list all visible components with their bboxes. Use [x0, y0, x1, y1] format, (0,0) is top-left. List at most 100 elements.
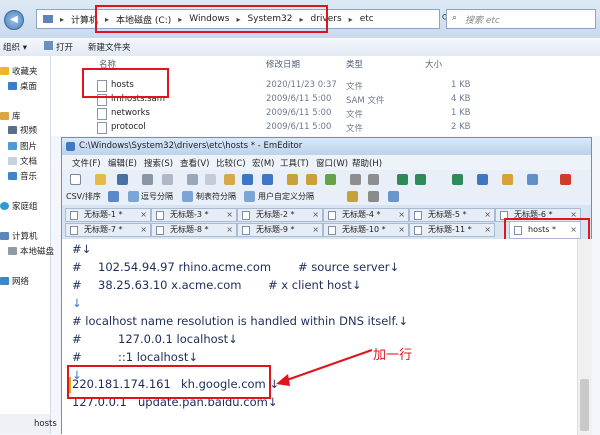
menu-edit[interactable]: 编辑(E) [108, 157, 137, 169]
tab-untitled-8[interactable]: 无标题-8 * × [151, 223, 237, 237]
menu-window[interactable]: 窗口(W) [316, 157, 348, 169]
save-icon[interactable] [117, 174, 128, 185]
vertical-scrollbar[interactable] [577, 239, 592, 435]
document-icon [156, 211, 164, 220]
tab-untitled-9[interactable]: 无标题-9 * × [237, 223, 323, 237]
crumb-etc[interactable]: etc [360, 14, 374, 24]
open-folder-icon[interactable] [95, 174, 106, 185]
editor-text-area[interactable]: #↓ # 102.54.94.97 rhino.acme.com # sourc… [62, 239, 592, 435]
close-icon[interactable]: × [140, 209, 147, 221]
title-bar: C:\Windows\System32\drivers\etc\hosts * … [62, 138, 591, 155]
cut-icon[interactable] [187, 174, 198, 185]
explorer-address-bar: ◀ ▸ 计算机 ▸ 本地磁盘 (C:) ▸ Windows ▸ System32… [0, 0, 600, 39]
nav-computer[interactable]: 计算机 [0, 229, 50, 243]
file-row[interactable]: protocol 2009/6/11 5:00 文件 2 KB [91, 122, 536, 135]
star-icon [0, 67, 9, 75]
search-input[interactable]: ⌕ 搜索 etc [446, 9, 596, 29]
nav-homegroup[interactable]: 家庭组 [0, 199, 50, 213]
menu-file[interactable]: 文件(F) [72, 157, 101, 169]
indent-icon[interactable] [368, 174, 379, 185]
insert-column-icon[interactable] [347, 191, 358, 202]
nav-videos[interactable]: 视频 [0, 123, 58, 137]
replace-icon[interactable] [325, 174, 336, 185]
close-icon[interactable]: × [226, 209, 233, 221]
menu-help[interactable]: 帮助(H) [352, 157, 382, 169]
tab-separated-button[interactable]: 制表符分隔 [196, 191, 236, 202]
column-modified[interactable]: 修改日期 [266, 58, 300, 70]
nav-documents[interactable]: 文档 [0, 154, 58, 168]
tab-untitled-4[interactable]: 无标题-4 * × [323, 208, 409, 222]
open-icon [44, 41, 53, 50]
custom-separated-button[interactable]: 用户自定义分隔 [258, 191, 314, 202]
nav-pictures[interactable]: 图片 [0, 139, 58, 153]
tab-untitled-11[interactable]: 无标题-11 * × [409, 223, 495, 237]
document-icon [414, 211, 422, 220]
find-icon[interactable] [287, 174, 298, 185]
tab-untitled-1[interactable]: 无标题-1 * × [65, 208, 151, 222]
organize-button[interactable]: 组织 ▾ [3, 41, 27, 53]
menu-tools[interactable]: 工具(T) [280, 157, 309, 169]
tab-untitled-5[interactable]: 无标题-5 * × [409, 208, 495, 222]
column-size[interactable]: 大小 [425, 58, 442, 70]
macro-icon[interactable] [477, 174, 488, 185]
view-mode-icon[interactable] [397, 174, 408, 185]
nav-libraries[interactable]: 库 [0, 109, 50, 123]
nav-local-disk[interactable]: 本地磁盘 [0, 244, 58, 258]
close-icon[interactable]: × [398, 209, 405, 221]
close-icon[interactable]: × [312, 224, 319, 236]
scrollbar-thumb[interactable] [580, 379, 589, 431]
computer-icon [43, 15, 53, 23]
window-title: C:\Windows\System32\drivers\etc\hosts * … [79, 141, 303, 151]
menu-bar: 文件(F) 编辑(E) 搜索(S) 查看(V) 比较(C) 宏(M) 工具(T)… [62, 155, 591, 170]
plugin-icon[interactable] [502, 174, 513, 185]
close-icon[interactable]: × [140, 224, 147, 236]
menu-view[interactable]: 查看(V) [180, 157, 209, 169]
new-file-icon[interactable] [70, 174, 81, 185]
outline-icon[interactable] [452, 174, 463, 185]
close-icon[interactable]: × [398, 224, 405, 236]
comma-separated-button[interactable]: 逗号分隔 [141, 191, 173, 202]
tab-untitled-10[interactable]: 无标题-10 * × [323, 223, 409, 237]
redo-icon[interactable] [262, 174, 273, 185]
new-folder-button[interactable]: 新建文件夹 [88, 41, 131, 53]
print-icon[interactable] [142, 174, 153, 185]
document-icon [328, 226, 336, 235]
nav-favorites[interactable]: 收藏夹 [0, 64, 50, 78]
find-next-icon[interactable] [306, 174, 317, 185]
column-type[interactable]: 类型 [346, 58, 363, 70]
preview-icon[interactable] [162, 174, 173, 185]
emeditor-window: C:\Windows\System32\drivers\etc\hosts * … [61, 137, 592, 435]
app-icon [66, 142, 75, 151]
paste-icon[interactable] [224, 174, 235, 185]
stop-icon[interactable] [560, 174, 571, 185]
computer-icon [0, 232, 9, 240]
close-icon[interactable]: × [312, 209, 319, 221]
tab-untitled-7[interactable]: 无标题-7 * × [65, 223, 151, 237]
settings-icon[interactable] [527, 174, 538, 185]
open-button[interactable]: 打开 [56, 41, 73, 53]
align-icon[interactable] [388, 191, 399, 202]
menu-search[interactable]: 搜索(S) [144, 157, 173, 169]
nav-music[interactable]: 音乐 [0, 169, 58, 183]
undo-icon[interactable] [242, 174, 253, 185]
menu-compare[interactable]: 比较(C) [216, 157, 246, 169]
tab-untitled-2[interactable]: 无标题-2 * × [237, 208, 323, 222]
delete-column-icon[interactable] [368, 191, 379, 202]
menu-macro[interactable]: 宏(M) [252, 157, 274, 169]
close-icon[interactable]: × [484, 224, 491, 236]
nav-desktop[interactable]: 桌面 [0, 79, 58, 93]
crumb-computer[interactable]: 计算机 [71, 13, 98, 26]
nav-network[interactable]: 网络 [0, 274, 50, 288]
document-icon [242, 226, 250, 235]
address-highlight-box [95, 5, 328, 33]
copy-icon[interactable] [205, 174, 216, 185]
wrap-icon[interactable] [350, 174, 361, 185]
csv-sort-button[interactable]: CSV/排序 [66, 191, 101, 202]
back-arrow-icon[interactable]: ◀ [4, 10, 24, 30]
file-list: 名称 修改日期 类型 大小 hosts 2020/11/23 0:37 文件 1… [51, 56, 600, 136]
file-row[interactable]: networks 2009/6/11 5:00 文件 1 KB [91, 108, 536, 121]
close-icon[interactable]: × [226, 224, 233, 236]
close-icon[interactable]: × [484, 209, 491, 221]
tab-untitled-3[interactable]: 无标题-3 * × [151, 208, 237, 222]
split-icon[interactable] [415, 174, 426, 185]
